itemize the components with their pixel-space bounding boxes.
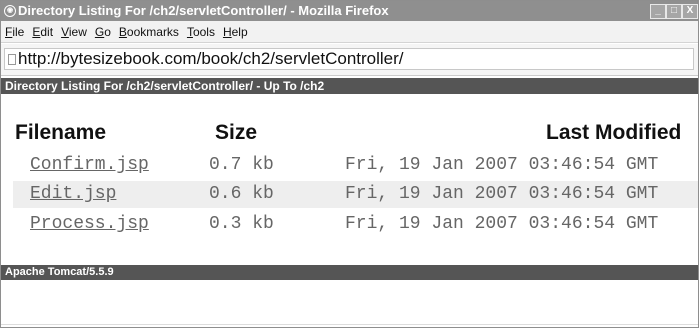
directory-heading-text: Directory Listing For /ch2/servletContro… [5, 79, 264, 93]
table-header: Filename Size Last Modified [1, 119, 698, 147]
firefox-icon: ◉ [4, 5, 16, 17]
minimize-button[interactable]: _ [650, 4, 666, 19]
process-jsp-modified: Fri, 19 Jan 2007 03:46:54 GMT [345, 214, 659, 234]
process-jsp-link[interactable]: Process.jsp [30, 211, 149, 238]
confirm-jsp-link[interactable]: Confirm.jsp [30, 152, 149, 179]
url-field[interactable]: http://bytesizebook.com/book/ch2/servlet… [4, 48, 694, 70]
title-bar: ◉ Directory Listing For /ch2/servletCont… [1, 1, 698, 21]
filename-column-header: Filename [15, 121, 107, 144]
file-row-edit: Edit.jsp 0.6 kb Fri, 19 Jan 2007 03:46:5… [13, 181, 698, 208]
menu-go[interactable]: Go [95, 21, 111, 42]
directory-heading: Directory Listing For /ch2/servletContro… [1, 78, 698, 94]
menu-bar: File Edit View Go Bookmarks Tools Help [1, 21, 698, 43]
menu-edit[interactable]: Edit [32, 21, 53, 42]
confirm-jsp-modified: Fri, 19 Jan 2007 03:46:54 GMT [345, 155, 659, 175]
window-title: Directory Listing For /ch2/servletContro… [18, 3, 389, 18]
menu-tools[interactable]: Tools [187, 21, 215, 42]
file-row-confirm: Confirm.jsp 0.7 kb Fri, 19 Jan 2007 03:4… [13, 152, 698, 179]
url-text[interactable]: http://bytesizebook.com/book/ch2/servlet… [18, 49, 404, 69]
menu-bookmarks[interactable]: Bookmarks [119, 21, 179, 42]
last-modified-column-header: Last Modified [546, 121, 682, 144]
edit-jsp-link[interactable]: Edit.jsp [30, 181, 116, 208]
menu-file[interactable]: File [5, 21, 24, 42]
page-icon [8, 54, 16, 65]
size-column-header: Size [215, 121, 258, 144]
menu-help[interactable]: Help [223, 21, 248, 42]
maximize-button[interactable]: □ [666, 4, 682, 19]
up-to-ch2-link[interactable]: Up To /ch2 [264, 79, 324, 93]
confirm-jsp-size: 0.7 kb [209, 155, 274, 175]
server-version: Apache Tomcat/5.5.9 [5, 266, 114, 278]
menu-view[interactable]: View [61, 21, 87, 42]
edit-jsp-size: 0.6 kb [209, 184, 274, 204]
address-bar: http://bytesizebook.com/book/ch2/servlet… [1, 44, 698, 76]
close-button[interactable]: X [682, 4, 698, 19]
file-row-process: Process.jsp 0.3 kb Fri, 19 Jan 2007 03:4… [13, 211, 698, 238]
process-jsp-size: 0.3 kb [209, 214, 274, 234]
browser-window: ◉ Directory Listing For /ch2/servletCont… [0, 0, 699, 328]
bottom-divider [1, 324, 698, 325]
server-footer: Apache Tomcat/5.5.9 [1, 265, 698, 280]
edit-jsp-modified: Fri, 19 Jan 2007 03:46:54 GMT [345, 184, 659, 204]
